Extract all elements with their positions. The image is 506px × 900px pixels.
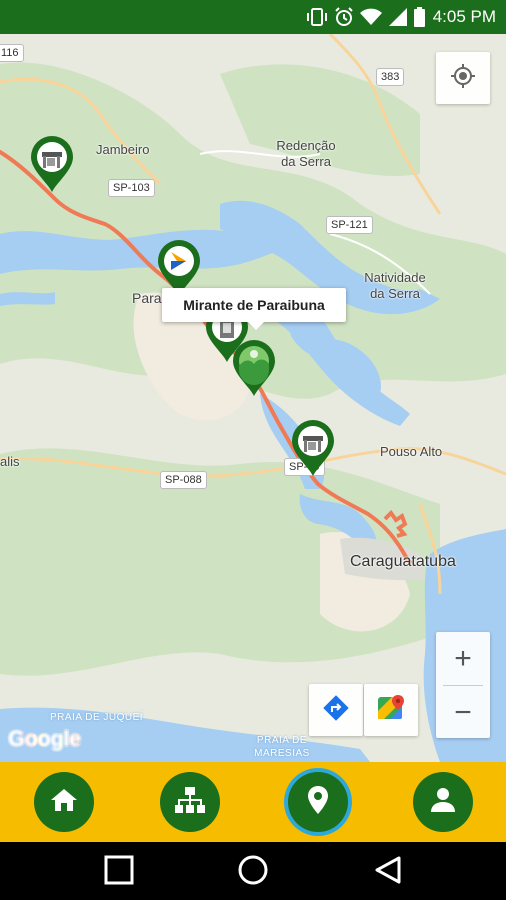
map-marker-icon [307, 785, 329, 820]
home-circle-icon [237, 854, 269, 891]
place-label-praia-juquei: PRAIA DE JUQUEÍ [50, 712, 144, 723]
place-label-pouso-alto: Pouso Alto [380, 444, 443, 459]
system-navigation-bar [0, 842, 506, 900]
place-label-redencao: Redenção da Serra [276, 138, 336, 169]
bottom-navigation [0, 762, 506, 842]
road-shield-sp103: SP-103 [108, 179, 155, 197]
status-time: 4:05 PM [432, 7, 496, 26]
wifi-icon [359, 8, 382, 26]
nav-sitemap-button[interactable] [160, 772, 220, 832]
my-location-button[interactable] [436, 52, 490, 104]
map-view[interactable]: Jambeiro Redenção da Serra Natividade da… [0, 34, 506, 762]
home-icon [50, 787, 78, 818]
directions-button[interactable] [309, 684, 363, 736]
crosshair-icon [450, 63, 476, 94]
alarm-icon [334, 7, 354, 27]
sitemap-icon [174, 786, 206, 819]
marker-info-window[interactable]: Mirante de Paraibuna [162, 288, 346, 330]
user-icon [429, 786, 457, 819]
nav-home-button[interactable] [34, 772, 94, 832]
back-button[interactable] [372, 856, 404, 888]
directions-icon [322, 694, 350, 727]
toll-pin-marker-3[interactable] [290, 420, 336, 478]
place-label-natividade: Natividade da Serra [364, 270, 426, 301]
toll-pin-marker[interactable] [29, 136, 75, 194]
back-icon [373, 855, 403, 890]
nav-map-button[interactable] [288, 772, 348, 832]
google-logo: Google [8, 726, 81, 752]
recents-button[interactable] [103, 855, 135, 890]
place-label-jambeiro: Jambeiro [96, 142, 150, 157]
road-shield-sp088: SP-088 [160, 471, 207, 489]
google-maps-icon [376, 693, 406, 728]
zoom-in-button[interactable]: + [436, 632, 490, 685]
nav-profile-button[interactable] [413, 772, 473, 832]
road-shield-sp121: SP-121 [326, 216, 373, 234]
road-shield-116: 116 [0, 44, 24, 62]
place-label-praia-maresias: PRAIA DE MARESIAS [254, 735, 310, 759]
cellular-icon [388, 8, 408, 26]
vibrate-icon [306, 8, 328, 26]
place-label-caraguatatuba: Caraguatatuba [350, 553, 456, 570]
zoom-out-button[interactable]: − [436, 686, 490, 739]
open-google-maps-button[interactable] [364, 684, 418, 736]
google-logo-text: Google [8, 726, 81, 751]
battery-icon [413, 7, 425, 27]
zoom-controls: + − [436, 632, 490, 738]
status-bar: 4:05 PM [0, 0, 506, 34]
place-label-alis: alis [0, 454, 20, 469]
viewpoint-pin-marker[interactable] [231, 340, 277, 398]
marker-info-title: Mirante de Paraibuna [183, 297, 325, 313]
road-shield-383: 383 [376, 68, 405, 86]
system-home-button[interactable] [237, 854, 269, 891]
recents-icon [104, 855, 134, 890]
